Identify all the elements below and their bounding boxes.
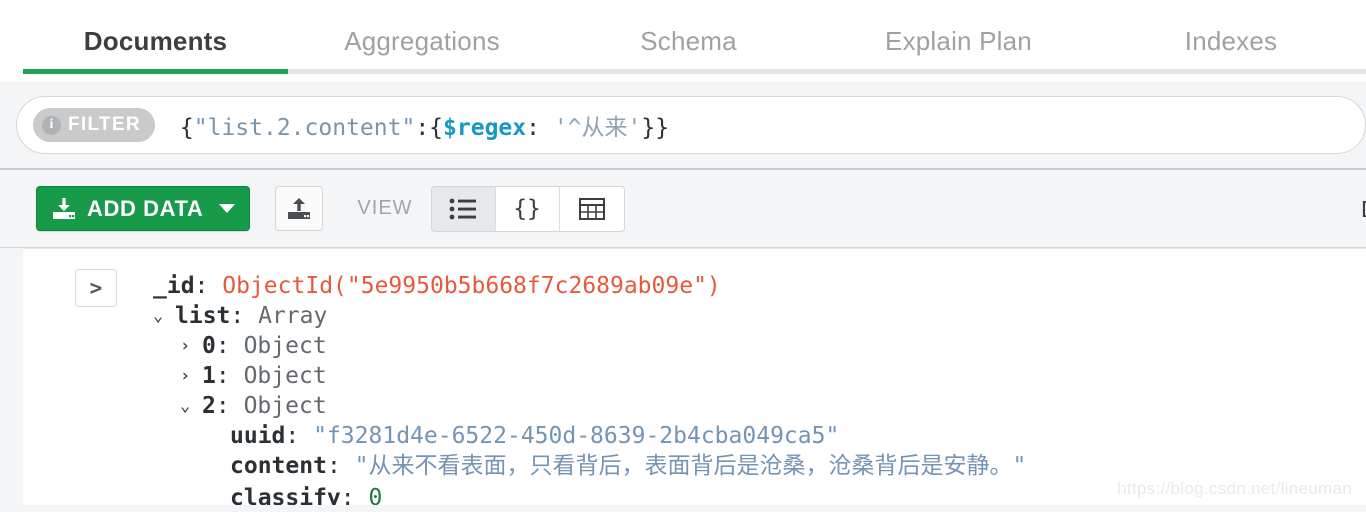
documents-count-status: Displaying documents: [1361, 170, 1366, 248]
query-operator: $regex: [443, 115, 527, 141]
filter-input[interactable]: i FILTER {"list.2.content":{$regex: '^从来…: [16, 96, 1366, 154]
tab-underline: [1096, 69, 1366, 74]
chevron-down-icon: [219, 204, 236, 213]
watermark: https://blog.csdn.net/lineuman: [1117, 479, 1352, 498]
documents-count-text: Displaying documents: [1361, 196, 1366, 223]
field-value-type: Object: [243, 363, 327, 389]
tab-aggregations[interactable]: Aggregations: [288, 0, 556, 82]
query-close-braces: }}: [641, 115, 670, 141]
tab-active-underline: [23, 69, 288, 74]
query-field-key: "list.2.content": [193, 115, 416, 141]
list-view-button[interactable]: [431, 186, 496, 231]
add-data-button[interactable]: ADD DATA: [36, 186, 251, 231]
tab-schema[interactable]: Schema: [556, 0, 821, 82]
field-value-type: Object: [243, 333, 327, 359]
tab-explain-plan-label: Explain Plan: [885, 25, 1032, 56]
field-key: classify: [230, 485, 341, 505]
query-colon: :: [415, 115, 430, 141]
info-icon: i: [42, 115, 61, 135]
add-data-label: ADD DATA: [87, 195, 204, 221]
document-expand-button[interactable]: >: [75, 269, 117, 307]
chevron-down-icon[interactable]: ⌄: [180, 391, 202, 421]
field-row-uuid[interactable]: uuid: "f3281d4e-6522-450d-8639-2b4cba049…: [153, 421, 1366, 451]
field-value-type: Array: [258, 303, 328, 329]
tab-aggregations-label: Aggregations: [344, 25, 500, 56]
field-colon: :: [340, 485, 355, 505]
query-operator-colon: :: [526, 115, 554, 141]
view-toggle-group: {}: [430, 185, 625, 232]
field-colon: :: [230, 303, 245, 329]
chevron-right-icon[interactable]: ›: [180, 361, 202, 391]
tab-underline: [288, 69, 556, 74]
field-row-content[interactable]: content: "从来不看表面，只看背后，表面背后是沧桑，沧桑背后是安静。": [153, 451, 1366, 481]
filter-badge-label: FILTER: [68, 114, 141, 135]
field-value-objectid: ObjectId("5e9950b5b668f7c2689ab09e"): [222, 273, 721, 299]
filter-badge[interactable]: i FILTER: [33, 108, 155, 142]
field-key: content: [230, 453, 327, 479]
array-index: 0: [202, 333, 216, 359]
array-index: 2: [202, 393, 216, 419]
field-row-partially-visible[interactable]: classify: 0: [230, 483, 382, 505]
document-fields: _id: ObjectId("5e9950b5b668f7c2689ab09e"…: [23, 271, 1366, 481]
array-item-row-2[interactable]: ⌄ 2: Object: [153, 391, 1366, 421]
tab-underline: [821, 69, 1096, 74]
tab-indexes-label: Indexes: [1184, 25, 1278, 56]
field-key: uuid: [230, 423, 286, 449]
query-open-brace: {: [179, 115, 194, 141]
json-view-button[interactable]: {}: [495, 186, 560, 231]
export-upload-icon: [288, 197, 311, 219]
field-row-list[interactable]: ⌄ list: Array: [153, 301, 1366, 331]
query-filter-bar: i FILTER {"list.2.content":{$regex: '^从来…: [0, 82, 1366, 170]
tab-indexes[interactable]: Indexes: [1096, 0, 1366, 82]
query-regex-value: '^从来': [553, 115, 642, 141]
array-index: 1: [202, 363, 216, 389]
field-value-number: 0: [368, 485, 383, 505]
chevron-right-icon[interactable]: ›: [180, 331, 202, 361]
field-colon: :: [285, 423, 300, 449]
tab-documents[interactable]: Documents: [23, 0, 288, 82]
tab-explain-plan[interactable]: Explain Plan: [821, 0, 1096, 82]
tab-documents-label: Documents: [83, 25, 228, 56]
field-colon: :: [326, 453, 341, 479]
export-collection-button[interactable]: [275, 186, 324, 231]
query-inner-open-brace: {: [429, 115, 444, 141]
table-icon: [578, 197, 605, 220]
documents-toolbar: ADD DATA VIEW {}: [0, 170, 1366, 248]
filter-query-text[interactable]: {"list.2.content":{$regex: '^从来'}}: [180, 108, 669, 142]
array-item-row-1[interactable]: › 1: Object: [153, 361, 1366, 391]
view-label: VIEW: [357, 197, 413, 219]
tab-schema-label: Schema: [640, 25, 737, 56]
table-view-button[interactable]: [559, 186, 624, 231]
field-row-id[interactable]: _id: ObjectId("5e9950b5b668f7c2689ab09e"…: [153, 271, 1366, 301]
field-colon: :: [215, 333, 230, 359]
array-item-row-0[interactable]: › 0: Object: [153, 331, 1366, 361]
document-expand-icon: >: [89, 276, 103, 300]
field-colon: :: [215, 363, 230, 389]
list-icon: [449, 198, 477, 219]
tab-underline: [556, 69, 821, 74]
field-key: list: [175, 303, 231, 329]
mongodb-compass-window: Documents Aggregations Schema Explain Pl…: [0, 0, 1366, 512]
documents-list-area: > _id: ObjectId("5e9950b5b668f7c2689ab09…: [0, 248, 1366, 505]
collection-tab-bar: Documents Aggregations Schema Explain Pl…: [0, 0, 1366, 82]
field-colon: :: [194, 273, 209, 299]
field-value-string: "f3281d4e-6522-450d-8639-2b4cba049ca5": [313, 423, 840, 449]
field-value-string: "从来不看表面，只看背后，表面背后是沧桑，沧桑背后是安静。": [354, 453, 1027, 479]
field-value-type: Object: [243, 393, 327, 419]
chevron-down-icon[interactable]: ⌄: [153, 301, 175, 331]
braces-icon: {}: [513, 195, 541, 222]
import-download-icon: [53, 197, 75, 219]
document-card: > _id: ObjectId("5e9950b5b668f7c2689ab09…: [23, 248, 1366, 505]
field-key: _id: [153, 273, 195, 299]
field-colon: :: [215, 393, 230, 419]
